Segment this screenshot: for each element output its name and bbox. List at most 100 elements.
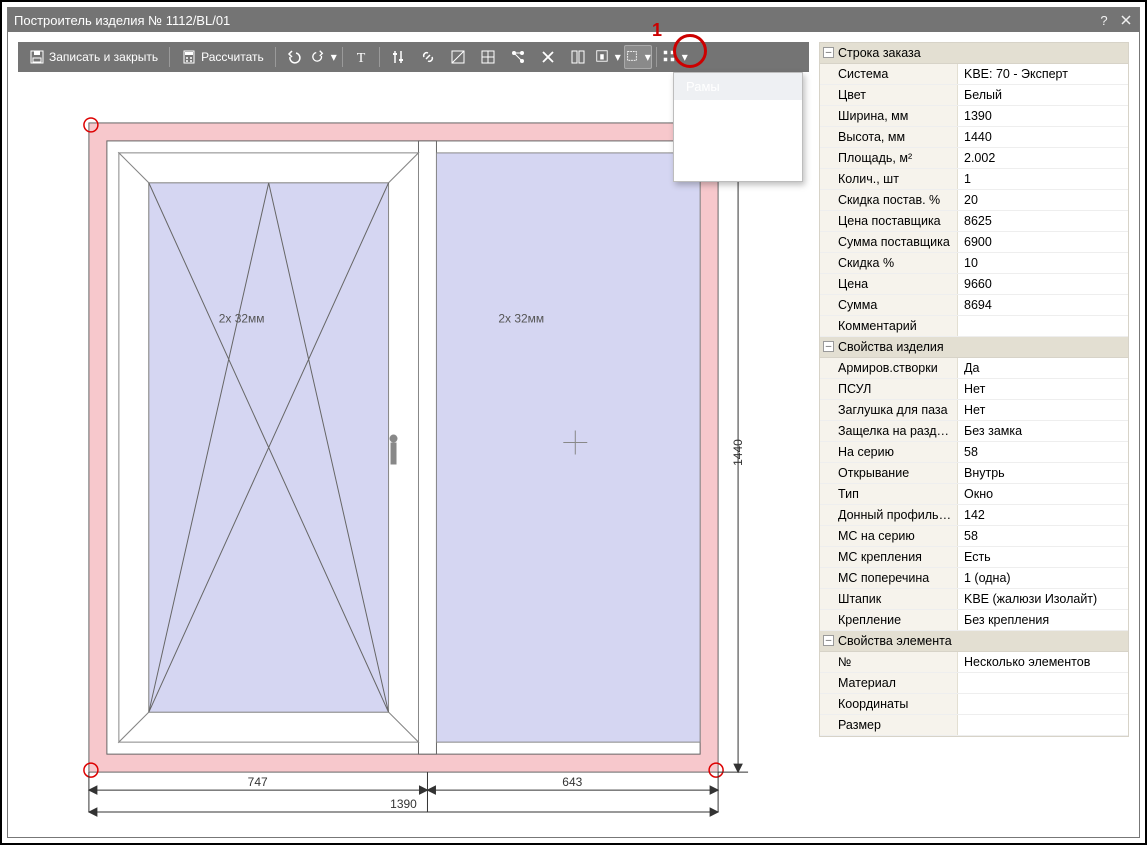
delete-button[interactable] bbox=[534, 45, 562, 69]
close-icon[interactable] bbox=[1119, 13, 1133, 27]
prop-row[interactable]: Донный профиль 70142 bbox=[820, 505, 1128, 526]
prop-row[interactable]: МС на серию58 bbox=[820, 526, 1128, 547]
prop-value[interactable]: Есть bbox=[958, 547, 1128, 567]
prop-label: МС поперечина bbox=[820, 568, 958, 588]
link-icon bbox=[420, 49, 436, 65]
prop-row[interactable]: ОткрываниеВнутрь bbox=[820, 463, 1128, 484]
prop-value[interactable]: Нет bbox=[958, 379, 1128, 399]
prop-value[interactable]: 142 bbox=[958, 505, 1128, 525]
prop-row[interactable]: Армиров.створкиДа bbox=[820, 358, 1128, 379]
prop-group-header[interactable]: –Свойства изделия bbox=[820, 337, 1128, 358]
prop-value[interactable]: 10 bbox=[958, 253, 1128, 273]
calc-label: Рассчитать bbox=[201, 50, 264, 64]
collapse-icon[interactable]: – bbox=[823, 635, 834, 646]
prop-group-header[interactable]: –Свойства элемента bbox=[820, 631, 1128, 652]
prop-group-header[interactable]: –Строка заказа bbox=[820, 43, 1128, 64]
prop-value[interactable]: 1 bbox=[958, 169, 1128, 189]
prop-row[interactable]: Координаты bbox=[820, 694, 1128, 715]
prop-row[interactable]: №Несколько элементов bbox=[820, 652, 1128, 673]
layout-icon bbox=[570, 49, 586, 65]
prop-row[interactable]: Колич., шт1 bbox=[820, 169, 1128, 190]
prop-row[interactable]: Сумма8694 bbox=[820, 295, 1128, 316]
grid-button[interactable] bbox=[474, 45, 502, 69]
dropdown-item[interactable]: Рамы bbox=[674, 73, 802, 100]
prop-row[interactable]: Комментарий bbox=[820, 316, 1128, 337]
collapse-icon[interactable]: – bbox=[823, 341, 834, 352]
prop-value[interactable] bbox=[958, 316, 1128, 336]
prop-value[interactable]: 1440 bbox=[958, 127, 1128, 147]
prop-row[interactable]: СистемаKBE: 70 - Эксперт bbox=[820, 64, 1128, 85]
prop-value[interactable]: 58 bbox=[958, 442, 1128, 462]
prop-value[interactable]: 2.002 bbox=[958, 148, 1128, 168]
drawing-canvas[interactable]: 2x 32мм 2x 32мм 1440 bbox=[18, 72, 809, 827]
prop-value[interactable]: 9660 bbox=[958, 274, 1128, 294]
window-title: Построитель изделия № 1112/BL/01 bbox=[14, 13, 230, 28]
dropdown-item[interactable]: Импосты bbox=[674, 127, 802, 154]
dropdown-item[interactable]: Створки bbox=[674, 100, 802, 127]
prop-value[interactable]: 1 (одна) bbox=[958, 568, 1128, 588]
prop-row[interactable]: ПСУЛНет bbox=[820, 379, 1128, 400]
prop-row[interactable]: Площадь, м²2.002 bbox=[820, 148, 1128, 169]
prop-value[interactable] bbox=[958, 694, 1128, 714]
prop-label: ПСУЛ bbox=[820, 379, 958, 399]
prop-label: Защелка на раздвиж. bbox=[820, 421, 958, 441]
prop-value[interactable]: 8625 bbox=[958, 211, 1128, 231]
prop-row[interactable]: ТипОкно bbox=[820, 484, 1128, 505]
prop-row[interactable]: Скидка %10 bbox=[820, 253, 1128, 274]
prop-value[interactable]: Окно bbox=[958, 484, 1128, 504]
text-tool-button[interactable]: T bbox=[347, 45, 375, 69]
prop-value[interactable]: KBE (жалюзи Изолайт) bbox=[958, 589, 1128, 609]
prop-label: Система bbox=[820, 64, 958, 84]
prop-label: Открывание bbox=[820, 463, 958, 483]
prop-row[interactable]: КреплениеБез крепления bbox=[820, 610, 1128, 631]
prop-value[interactable]: Да bbox=[958, 358, 1128, 378]
prop-value[interactable] bbox=[958, 673, 1128, 693]
prop-row[interactable]: Заглушка для пазаНет bbox=[820, 400, 1128, 421]
prop-value[interactable]: 58 bbox=[958, 526, 1128, 546]
prop-row[interactable]: Цена9660 bbox=[820, 274, 1128, 295]
help-icon[interactable]: ? bbox=[1097, 13, 1111, 27]
prop-value[interactable]: Без замка bbox=[958, 421, 1128, 441]
prop-row[interactable]: На серию58 bbox=[820, 442, 1128, 463]
select-button[interactable]: ▾ bbox=[624, 45, 652, 69]
redo-button[interactable]: ▾ bbox=[310, 45, 338, 69]
prop-row[interactable]: Цена поставщика8625 bbox=[820, 211, 1128, 232]
hardware-button[interactable]: ▾ bbox=[594, 45, 622, 69]
prop-value[interactable]: 20 bbox=[958, 190, 1128, 210]
prop-row[interactable]: Ширина, мм1390 bbox=[820, 106, 1128, 127]
select-dropdown: РамыСтворкиИмпостыЗаполнения bbox=[673, 72, 803, 182]
prop-value[interactable]: Несколько элементов bbox=[958, 652, 1128, 672]
prop-value[interactable]: 1390 bbox=[958, 106, 1128, 126]
prop-row[interactable]: Защелка на раздвиж.Без замка bbox=[820, 421, 1128, 442]
save-close-button[interactable]: Записать и закрыть bbox=[22, 45, 165, 69]
prop-row[interactable]: ЦветБелый bbox=[820, 85, 1128, 106]
prop-row[interactable]: МС крепленияЕсть bbox=[820, 547, 1128, 568]
prop-value[interactable]: Белый bbox=[958, 85, 1128, 105]
layout-button[interactable] bbox=[564, 45, 592, 69]
prop-value[interactable]: Внутрь bbox=[958, 463, 1128, 483]
prop-row[interactable]: ШтапикKBE (жалюзи Изолайт) bbox=[820, 589, 1128, 610]
collapse-icon[interactable]: – bbox=[823, 47, 834, 58]
settings-button[interactable] bbox=[384, 45, 412, 69]
prop-value[interactable]: 6900 bbox=[958, 232, 1128, 252]
prop-value[interactable]: Без крепления bbox=[958, 610, 1128, 630]
select-icon bbox=[625, 49, 639, 65]
sash-button[interactable] bbox=[444, 45, 472, 69]
connector-button[interactable] bbox=[504, 45, 532, 69]
calc-button[interactable]: Рассчитать bbox=[174, 45, 271, 69]
link-button[interactable] bbox=[414, 45, 442, 69]
dropdown-item[interactable]: Заполнения bbox=[674, 154, 802, 181]
prop-row[interactable]: Высота, мм1440 bbox=[820, 127, 1128, 148]
prop-row[interactable]: Скидка постав. %20 bbox=[820, 190, 1128, 211]
prop-row[interactable]: Размер bbox=[820, 715, 1128, 736]
prop-value[interactable]: 8694 bbox=[958, 295, 1128, 315]
prop-label: Цвет bbox=[820, 85, 958, 105]
prop-label: МС крепления bbox=[820, 547, 958, 567]
prop-value[interactable]: KBE: 70 - Эксперт bbox=[958, 64, 1128, 84]
prop-row[interactable]: Сумма поставщика6900 bbox=[820, 232, 1128, 253]
prop-row[interactable]: МС поперечина1 (одна) bbox=[820, 568, 1128, 589]
prop-value[interactable]: Нет bbox=[958, 400, 1128, 420]
prop-row[interactable]: Материал bbox=[820, 673, 1128, 694]
undo-button[interactable] bbox=[280, 45, 308, 69]
prop-value[interactable] bbox=[958, 715, 1128, 735]
